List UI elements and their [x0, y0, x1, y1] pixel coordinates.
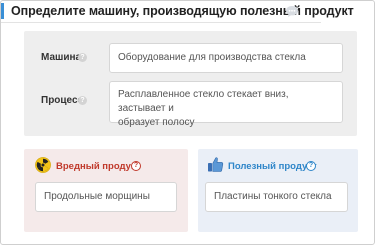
process-help-icon[interactable]: ? [78, 96, 87, 105]
page-title: Определите машину, производящую полезный… [11, 4, 354, 18]
title-divider [1, 22, 321, 23]
useful-product-panel: Полезный продукт ? Пластины тонкого стек… [198, 149, 358, 232]
harmful-product-title: Вредный продукт [56, 161, 141, 172]
machine-placeholder: Оборудование для производства стекла [118, 52, 306, 63]
machine-process-panel: Машина ? Оборудование для производства с… [24, 31, 357, 136]
process-placeholder-line1: Расплавленное стекло стекает вниз, засты… [118, 89, 289, 114]
process-placeholder-line2: образует полосу [118, 117, 195, 128]
harmful-placeholder: Продольные морщины [44, 191, 150, 202]
harmful-help-icon[interactable]: ? [131, 161, 141, 171]
useful-product-input[interactable]: Пластины тонкого стекла [205, 182, 348, 212]
chat-bubble-icon[interactable] [285, 5, 299, 18]
machine-input[interactable]: Оборудование для производства стекла [109, 43, 343, 73]
title-accent-bar [1, 3, 4, 19]
machine-help-icon[interactable]: ? [78, 53, 87, 62]
process-input[interactable]: Расплавленное стекло стекает вниз, засты… [109, 81, 343, 128]
machine-label: Машина [41, 52, 82, 63]
useful-placeholder: Пластины тонкого стекла [214, 191, 332, 202]
useful-help-icon[interactable]: ? [306, 161, 316, 171]
harmful-product-panel: Вредный продукт ? Продольные морщины [24, 149, 188, 232]
card-header: Определите машину, производящую полезный… [1, 1, 374, 23]
thumbs-up-icon [208, 157, 224, 172]
harmful-product-input[interactable]: Продольные морщины [35, 182, 177, 212]
process-label: Процесс [41, 95, 84, 106]
useful-product-title: Полезный продукт [228, 161, 317, 172]
radiation-hazard-icon [35, 157, 51, 173]
task-card: Определите машину, производящую полезный… [0, 0, 375, 245]
